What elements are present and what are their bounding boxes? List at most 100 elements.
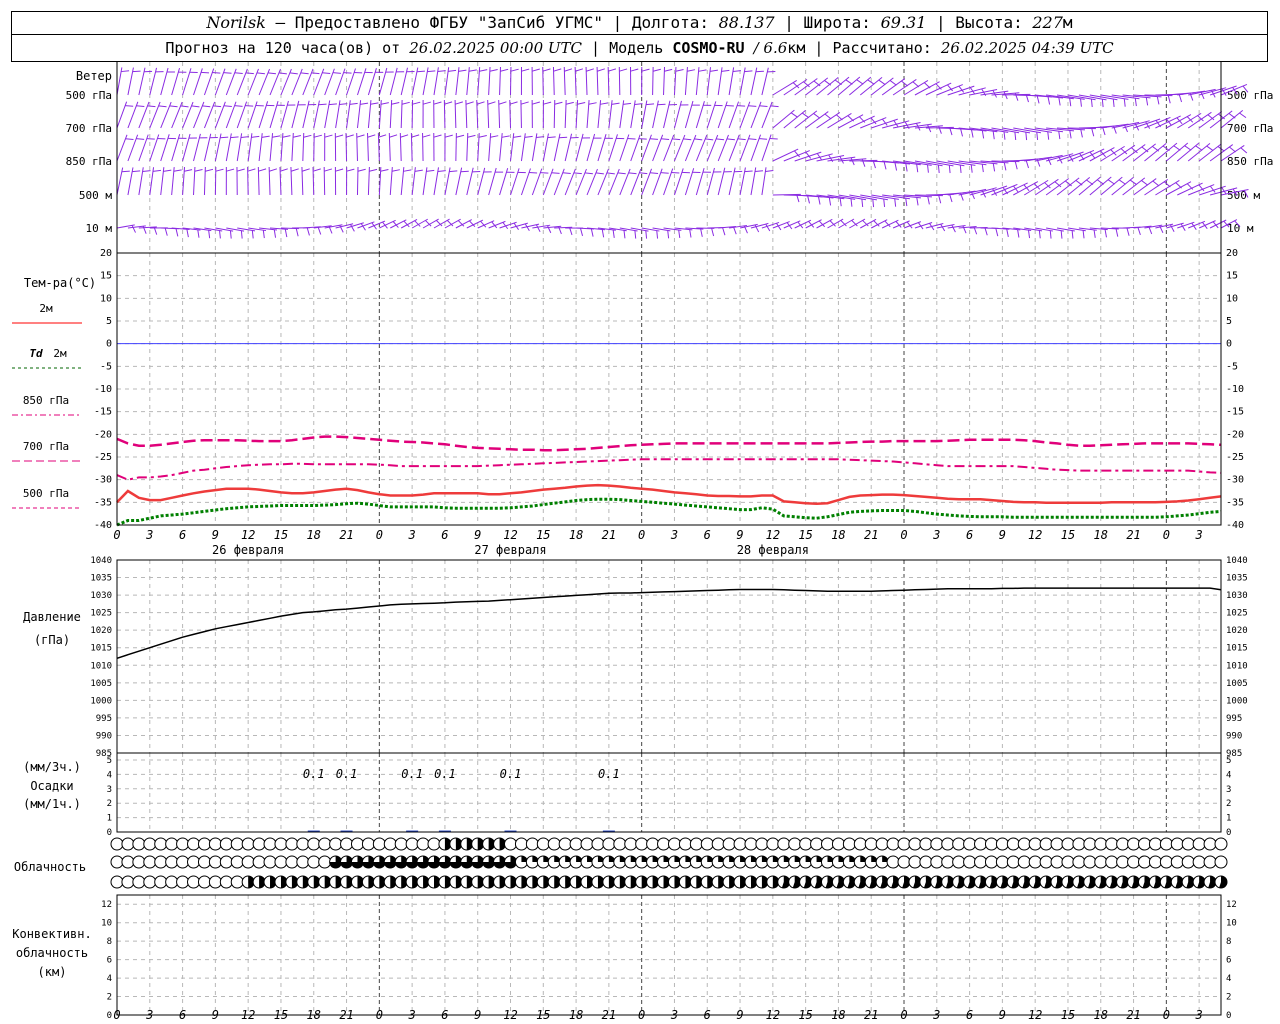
- wind-feather-3-1: [132, 170, 141, 173]
- wind-feather-2-2: [146, 138, 155, 140]
- wind-feather-0-84: [1058, 97, 1061, 106]
- cloud-circle-2-11: [230, 875, 244, 889]
- wind-feather-3-63: [828, 197, 832, 206]
- wind-feather-1-26: [401, 101, 410, 105]
- press-ytick-right-1020: 1020: [1226, 626, 1248, 636]
- precip-ytick-right-2: 2: [1226, 799, 1231, 809]
- wind-feather-4-50: [678, 229, 681, 239]
- cloud-circle-0-17: [296, 837, 310, 851]
- wind-feather-3-62: [817, 196, 821, 205]
- cloud-circle-0-64: [810, 837, 824, 851]
- temp-xtick-23: 21: [864, 528, 878, 542]
- cloud-circle-2-5: [165, 875, 179, 889]
- temp-xtick-16: 0: [638, 528, 645, 542]
- cloud-circle-1-74: [919, 855, 933, 869]
- press-frame: [116, 559, 1222, 754]
- wind-feather-0-43: [586, 68, 594, 72]
- conv-ytick-left-12: 12: [101, 900, 112, 910]
- temp-xtick-0: 0: [113, 528, 120, 542]
- cloud-circle-0-69: [864, 837, 878, 851]
- wind-feather-0-15: [289, 72, 298, 75]
- wind-feather-1-4: [169, 105, 178, 108]
- wind-barb-3-0: [116, 167, 124, 196]
- cloud-circle-0-5: [165, 837, 179, 851]
- cloud-circle-0-8: [197, 837, 211, 851]
- temp-ytick-right--35: -35: [1226, 497, 1244, 508]
- cloud-circle-0-44: [591, 837, 605, 851]
- wind-feather-4-42: [590, 228, 594, 237]
- cloud-circle-1-6: [176, 855, 190, 869]
- wind-level-label-2: 850 гПа: [66, 155, 112, 168]
- wind-feather-0-37: [521, 68, 530, 72]
- temp-xtick-9: 3: [408, 528, 416, 542]
- cloud-circle-0-68: [853, 837, 867, 851]
- cloud-circle-0-85: [1039, 837, 1053, 851]
- wind-feather-3-61: [807, 195, 810, 204]
- conv-ytick-right-0: 0: [1226, 1011, 1231, 1021]
- wind-feather-2-34: [490, 135, 499, 138]
- wind-feather-4-46: [634, 230, 637, 239]
- wind-feather-2-80: [1014, 161, 1018, 170]
- wind-feather-2-28: [422, 134, 431, 138]
- wind-feather-1-48: [646, 103, 655, 106]
- wind-feather-3-27: [414, 169, 423, 172]
- cloud-circle-0-10: [219, 837, 233, 851]
- wind-feather-0-89: [1112, 98, 1115, 108]
- wind-feather-0-8: [212, 72, 221, 74]
- wind-feather-2-18: [314, 134, 323, 138]
- temp-ytick-left--35: -35: [94, 497, 112, 508]
- cloud-circle-1-1: [121, 855, 135, 869]
- wind-feather-3-5: [173, 169, 182, 172]
- wind-feather-1-77: [981, 130, 985, 139]
- temp-ytick-left--30: -30: [94, 475, 112, 486]
- temp-ytick-left--15: -15: [94, 407, 112, 418]
- wind-feather-1-60: [790, 112, 799, 118]
- cloud-circle-0-63: [799, 837, 813, 851]
- wind-feather-4-17: [317, 226, 322, 235]
- wind-feather-1-11: [245, 105, 254, 107]
- cloud-circle-1-91: [1105, 855, 1119, 869]
- wind-feather-4-51: [689, 229, 692, 238]
- precip-ytick-left-0: 0: [107, 828, 112, 838]
- cloud-circle-0-76: [941, 837, 955, 851]
- cloud-circle-0-51: [667, 837, 681, 851]
- cloud-circle-0-41: [558, 837, 572, 851]
- wind-barb-3-3: [149, 167, 155, 196]
- temp-legend-label-3: 700 гПа: [23, 440, 69, 453]
- temp-title: Тем-ра(°С): [24, 276, 96, 290]
- cloud-circle-0-72: [897, 837, 911, 851]
- temp-series-3: [116, 435, 1222, 452]
- wind-feather-4-49: [667, 230, 670, 239]
- temp-xtick-32: 0: [1163, 528, 1170, 542]
- temp-series-2: [116, 458, 1222, 481]
- cloud-circle-0-92: [1116, 837, 1130, 851]
- wind-feather-0-51: [675, 69, 684, 72]
- wind-feather-1-44: [600, 102, 609, 105]
- cloud-circle-0-18: [307, 837, 321, 851]
- cloud-circle-1-81: [995, 855, 1009, 869]
- wind-feather-0-52: [687, 69, 696, 72]
- precip-ylabel-top: (мм/3ч.): [23, 760, 81, 774]
- wind-feather-3-3: [152, 169, 161, 172]
- wind-barb-2-38: [531, 133, 538, 162]
- wind-feather-4-86: [1071, 230, 1074, 239]
- temp-xtick-10: 6: [441, 528, 448, 542]
- wind-feather-1-8: [213, 105, 222, 108]
- wind-feather-3-28: [426, 169, 435, 172]
- wind-feather-1-87: [1091, 128, 1095, 137]
- precip-ytick-right-0: 0: [1226, 828, 1231, 838]
- wind-feather-1-24: [380, 102, 389, 105]
- wind-feather-4-44: [612, 229, 615, 238]
- conv-ytick-left-10: 10: [101, 919, 112, 929]
- wind-barb-2-16: [291, 133, 294, 162]
- wind-feather-3-73: [938, 195, 942, 204]
- cloud-circle-1-0: [110, 855, 124, 869]
- press-ytick-right-1005: 1005: [1226, 679, 1248, 689]
- wind-feather-1-76: [970, 129, 974, 138]
- cloud-circle-0-50: [657, 837, 671, 851]
- wind-feather-4-90: [1115, 228, 1119, 237]
- cloud-circle-0-26: [394, 837, 408, 851]
- wind-feather-3-48: [650, 172, 659, 174]
- cloud-circle-1-95: [1148, 855, 1162, 869]
- cloud-circle-1-7: [187, 855, 201, 869]
